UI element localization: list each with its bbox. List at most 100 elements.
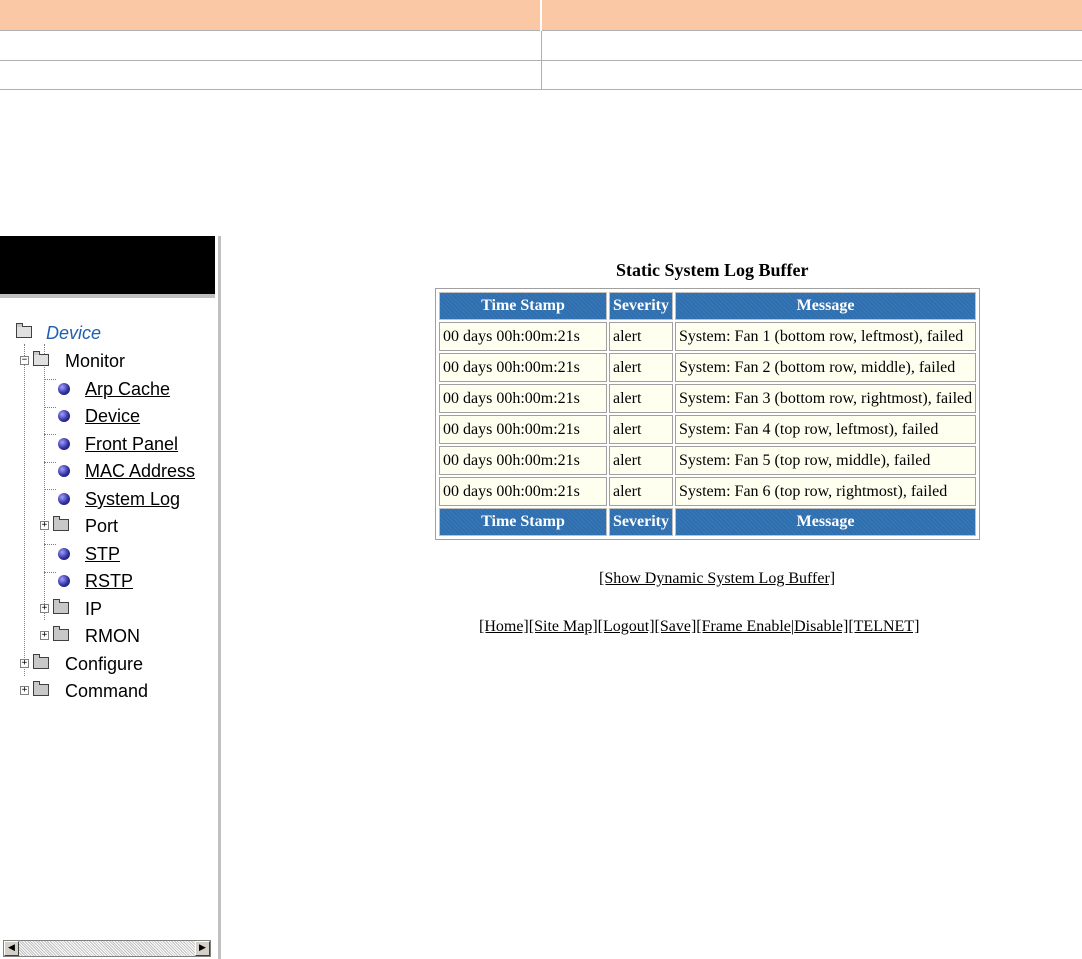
bullet-icon	[58, 493, 70, 505]
folder-icon	[33, 681, 49, 696]
bullet-icon	[58, 438, 70, 450]
expand-icon[interactable]: +	[20, 686, 29, 695]
footer-nav-links: [Home][Site Map][Logout][Save][Frame Ena…	[479, 618, 919, 636]
severity-cell: alert	[609, 322, 673, 351]
doc-table-cell	[0, 30, 542, 61]
tree-node-port[interactable]: + Port	[0, 515, 215, 537]
expand-icon[interactable]: +	[20, 659, 29, 668]
doc-table-row	[0, 59, 1082, 91]
expand-icon[interactable]: +	[40, 521, 49, 530]
message-cell: System: Fan 6 (top row, rightmost), fail…	[674, 477, 977, 506]
browser-screenshot: Device − Monitor Arp Cache Device Front …	[0, 236, 1082, 959]
tree-label: Port	[85, 516, 119, 536]
tree-item-system-log[interactable]: System Log	[0, 488, 215, 510]
tree-link[interactable]: Front Panel	[85, 433, 178, 455]
doc-table-cell	[0, 59, 542, 91]
time-stamp-cell: 00 days 00h:00m:21s	[439, 477, 607, 506]
tree-label: Configure	[65, 654, 144, 674]
tree-link[interactable]: Device	[85, 405, 140, 427]
time-stamp-cell: 00 days 00h:00m:21s	[439, 415, 607, 444]
save-link[interactable]: [Save]	[655, 618, 697, 635]
table-row: 00 days 00h:00m:21s alert System: Fan 2 …	[439, 353, 977, 382]
home-link[interactable]: [Home]	[479, 618, 529, 635]
message-cell: System: Fan 4 (top row, leftmost), faile…	[674, 415, 977, 444]
time-stamp-cell: 00 days 00h:00m:21s	[439, 322, 607, 351]
site-map-link[interactable]: [Site Map]	[529, 618, 598, 635]
table-row: 00 days 00h:00m:21s alert System: Fan 4 …	[439, 415, 977, 444]
log-header-row: Time Stamp Severity Message	[439, 292, 977, 320]
expand-icon[interactable]: +	[40, 631, 49, 640]
show-dynamic-log-link[interactable]: [Show Dynamic System Log Buffer]	[599, 570, 835, 587]
sidebar-divider	[0, 294, 215, 298]
tree-item-arp-cache[interactable]: Arp Cache	[0, 378, 215, 400]
tree-node-device-root[interactable]: Device	[0, 322, 215, 344]
system-log-table: Time Stamp Severity Message 00 days 00h:…	[437, 290, 978, 538]
column-header-message: Message	[674, 292, 977, 320]
doc-table-cell	[540, 30, 1082, 61]
tree-node-configure[interactable]: + Configure	[0, 653, 215, 675]
scroll-right-icon[interactable]: ▶	[195, 941, 210, 956]
content-pane: Static System Log Buffer Time Stamp Seve…	[221, 236, 1082, 959]
tree-label: IP	[85, 599, 103, 619]
tree-label: Device	[46, 323, 102, 343]
folder-icon	[53, 626, 69, 641]
tree-link[interactable]: RSTP	[85, 570, 133, 592]
message-cell: System: Fan 5 (top row, middle), failed	[674, 446, 977, 475]
bullet-icon	[58, 410, 70, 422]
folder-open-icon	[33, 351, 49, 366]
frame-disable-link[interactable]: Disable]	[794, 618, 848, 635]
sidebar-banner	[0, 236, 215, 294]
time-stamp-cell: 00 days 00h:00m:21s	[439, 446, 607, 475]
tree-node-command[interactable]: + Command	[0, 680, 215, 702]
doc-table-row	[0, 30, 1082, 61]
tree-item-rstp[interactable]: RSTP	[0, 570, 215, 592]
folder-icon	[33, 654, 49, 669]
horizontal-scrollbar[interactable]: ◀ ▶	[3, 940, 211, 957]
table-row: 00 days 00h:00m:21s alert System: Fan 1 …	[439, 322, 977, 351]
tree-item-stp[interactable]: STP	[0, 543, 215, 565]
tree-item-device[interactable]: Device	[0, 405, 215, 427]
tree-link[interactable]: MAC Address	[85, 460, 195, 482]
bullet-icon	[58, 575, 70, 587]
severity-cell: alert	[609, 384, 673, 413]
tree-node-monitor[interactable]: − Monitor	[0, 350, 215, 372]
doc-table-header-cell	[541, 0, 1082, 31]
message-cell: System: Fan 1 (bottom row, leftmost), fa…	[674, 322, 977, 351]
folder-icon	[53, 516, 69, 531]
severity-cell: alert	[609, 353, 673, 382]
collapse-icon[interactable]: −	[20, 356, 29, 365]
column-footer-severity: Severity	[609, 508, 673, 536]
expand-icon[interactable]: +	[40, 604, 49, 613]
tree-node-ip[interactable]: + IP	[0, 598, 215, 620]
severity-cell: alert	[609, 415, 673, 444]
tree-label: Command	[65, 681, 149, 701]
logout-link[interactable]: [Logout]	[598, 618, 655, 635]
bullet-icon	[58, 465, 70, 477]
column-footer-message: Message	[674, 508, 977, 536]
tree-item-mac-address[interactable]: MAC Address	[0, 460, 215, 482]
doc-table-header-cell	[0, 0, 542, 31]
telnet-link[interactable]: [TELNET]	[848, 618, 919, 635]
tree-link[interactable]: System Log	[85, 488, 180, 510]
tree-link[interactable]: Arp Cache	[85, 378, 170, 400]
page-title: Static System Log Buffer	[616, 260, 809, 280]
sidebar-tree-pane: Device − Monitor Arp Cache Device Front …	[0, 236, 221, 959]
tree-link[interactable]: STP	[85, 543, 120, 565]
scroll-track[interactable]	[19, 941, 195, 956]
bullet-icon	[58, 383, 70, 395]
table-row: 00 days 00h:00m:21s alert System: Fan 6 …	[439, 477, 977, 506]
column-header-time-stamp: Time Stamp	[439, 292, 607, 320]
log-table-frame: Time Stamp Severity Message 00 days 00h:…	[435, 288, 981, 540]
dynamic-log-link-row: [Show Dynamic System Log Buffer]	[599, 570, 835, 588]
tree-item-front-panel[interactable]: Front Panel	[0, 433, 215, 455]
log-footer-row: Time Stamp Severity Message	[439, 508, 977, 536]
message-cell: System: Fan 2 (bottom row, middle), fail…	[674, 353, 977, 382]
doc-table-header-row	[0, 0, 1082, 31]
scroll-left-icon[interactable]: ◀	[4, 941, 19, 956]
bullet-icon	[58, 548, 70, 560]
tree-label: Monitor	[65, 351, 126, 371]
frame-enable-link[interactable]: [Frame Enable	[696, 618, 791, 635]
tree-node-rmon[interactable]: + RMON	[0, 625, 215, 647]
folder-icon	[53, 599, 69, 614]
column-header-severity: Severity	[609, 292, 673, 320]
